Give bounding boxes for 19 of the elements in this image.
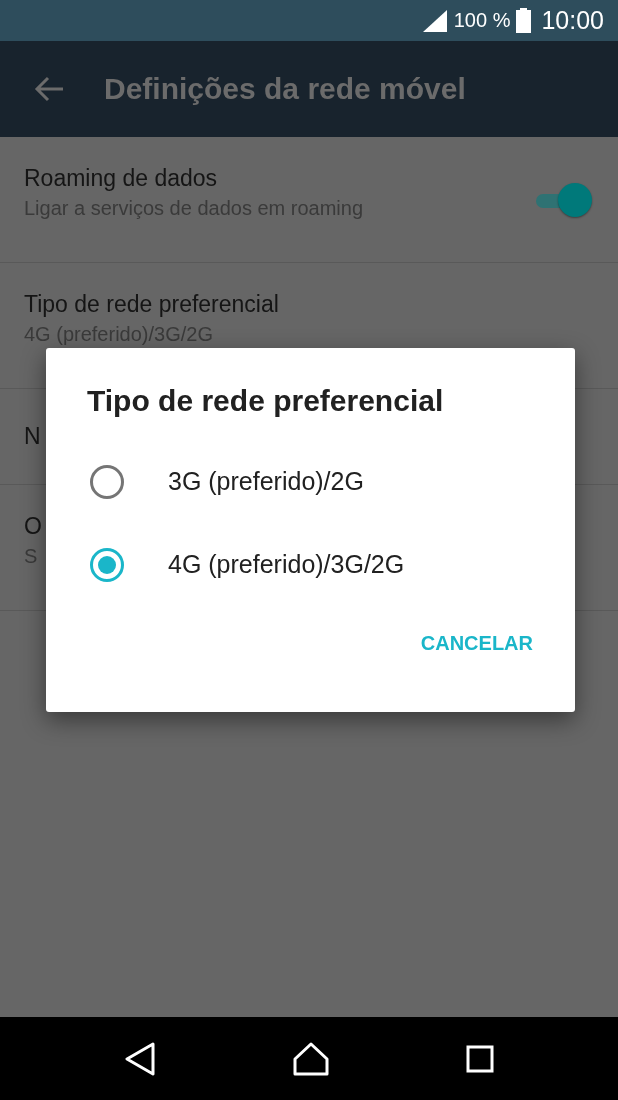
toggle-switch[interactable] bbox=[534, 183, 590, 219]
signal-icon bbox=[421, 8, 448, 33]
setting-title: Tipo de rede preferencial bbox=[24, 291, 279, 319]
home-icon[interactable] bbox=[293, 1041, 329, 1076]
dialog-title: Tipo de rede preferencial bbox=[87, 384, 445, 418]
setting-title: Roaming de dados bbox=[24, 165, 218, 193]
setting-title: O bbox=[24, 513, 42, 541]
option-label[interactable]: 3G (preferido)/2G bbox=[168, 467, 364, 496]
back-arrow-icon[interactable] bbox=[34, 76, 64, 102]
recent-apps-icon[interactable] bbox=[466, 1044, 495, 1073]
back-icon[interactable] bbox=[123, 1041, 156, 1076]
battery-level: 100 % bbox=[453, 9, 511, 32]
radio-button[interactable] bbox=[90, 464, 124, 499]
setting-title: N bbox=[24, 422, 41, 451]
battery-icon bbox=[516, 8, 532, 33]
clock: 10:00 bbox=[541, 6, 604, 35]
screen-title: Definições da rede móvel bbox=[104, 72, 466, 106]
option-label[interactable]: 4G (preferido)/3G/2G bbox=[168, 550, 405, 579]
radio-button[interactable] bbox=[90, 547, 124, 582]
